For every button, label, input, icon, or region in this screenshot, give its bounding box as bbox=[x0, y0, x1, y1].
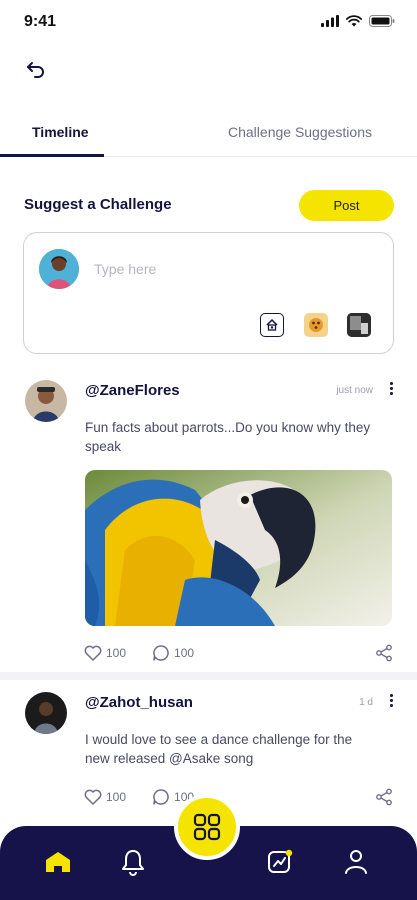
share-icon[interactable] bbox=[375, 788, 393, 806]
comment-icon bbox=[153, 645, 169, 661]
profile-icon bbox=[345, 850, 367, 874]
tab-bar: Timeline Challenge Suggestions bbox=[0, 112, 417, 157]
suggest-input[interactable] bbox=[94, 255, 364, 283]
post-actions: 100 100 bbox=[84, 788, 194, 806]
signal-icon bbox=[321, 15, 339, 27]
chart-icon bbox=[268, 849, 293, 873]
post-image-parrot[interactable] bbox=[85, 470, 392, 626]
post-text: I would love to see a dance challenge fo… bbox=[85, 732, 353, 766]
post-timestamp: 1 d bbox=[359, 697, 373, 708]
like-count: 100 bbox=[106, 646, 127, 660]
battery-icon bbox=[369, 15, 395, 27]
suggest-title: Suggest a Challenge bbox=[24, 196, 172, 213]
like-button[interactable]: 100 bbox=[84, 645, 126, 661]
more-options-icon[interactable] bbox=[387, 382, 395, 398]
nav-profile[interactable] bbox=[340, 846, 372, 878]
tab-challenge-suggestions[interactable]: Challenge Suggestions bbox=[228, 124, 372, 140]
post-username[interactable]: @ZaneFlores bbox=[85, 382, 180, 399]
back-button[interactable] bbox=[22, 58, 50, 82]
post-text: Fun facts about parrots...Do you know wh… bbox=[85, 420, 371, 454]
nav-stats[interactable] bbox=[264, 846, 296, 878]
post-username[interactable]: @Zahot_husan bbox=[85, 694, 193, 711]
sticker-button[interactable] bbox=[304, 313, 328, 337]
post-timestamp: just now bbox=[336, 385, 373, 396]
avatar bbox=[39, 249, 79, 289]
post-actions: 100 100 bbox=[84, 644, 194, 662]
post-card: @ZaneFlores just now Fun facts about par… bbox=[0, 370, 417, 670]
nav-home[interactable] bbox=[42, 846, 74, 878]
post-button[interactable]: Post bbox=[299, 190, 394, 221]
wifi-icon bbox=[346, 15, 362, 27]
like-count: 100 bbox=[106, 790, 127, 804]
comment-icon bbox=[153, 789, 169, 805]
heart-icon bbox=[84, 645, 102, 661]
compose-box bbox=[23, 232, 394, 354]
home-icon bbox=[46, 852, 70, 872]
upload-image-button[interactable] bbox=[260, 313, 284, 337]
comment-count: 100 bbox=[174, 646, 195, 660]
center-grid-button[interactable] bbox=[174, 794, 240, 860]
status-icons bbox=[321, 15, 395, 27]
grid-icon bbox=[193, 813, 221, 841]
status-bar: 9:41 bbox=[0, 0, 417, 44]
gallery-icon bbox=[347, 313, 371, 337]
tab-timeline[interactable]: Timeline bbox=[32, 124, 89, 140]
active-tab-indicator bbox=[0, 154, 104, 157]
heart-icon bbox=[84, 789, 102, 805]
bell-icon bbox=[122, 850, 144, 876]
share-icon[interactable] bbox=[375, 644, 393, 662]
comment-button[interactable]: 100 bbox=[152, 644, 194, 662]
status-time: 9:41 bbox=[24, 13, 57, 30]
gallery-button[interactable] bbox=[347, 313, 371, 337]
avatar[interactable] bbox=[25, 380, 67, 422]
post-divider bbox=[0, 672, 417, 680]
upload-icon bbox=[266, 318, 278, 331]
like-button[interactable]: 100 bbox=[84, 789, 126, 805]
back-arrow-icon bbox=[27, 62, 44, 78]
avatar[interactable] bbox=[25, 692, 67, 734]
more-options-icon[interactable] bbox=[387, 694, 395, 710]
nav-notifications[interactable] bbox=[117, 846, 149, 878]
sticker-icon bbox=[309, 318, 323, 332]
